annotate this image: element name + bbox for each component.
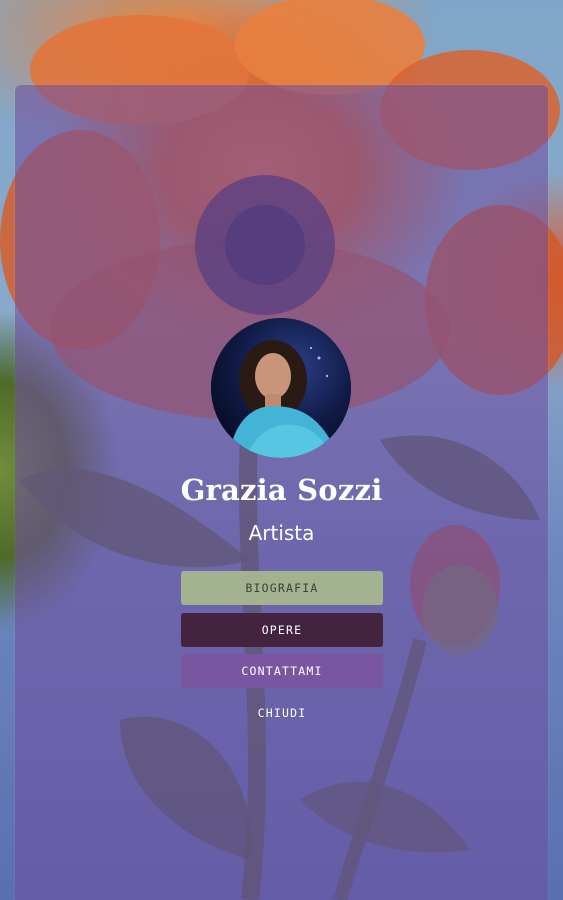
contattami-button[interactable]: CONTATTAMI (181, 654, 383, 688)
artist-role: Artista (248, 521, 315, 545)
biografia-button[interactable]: BIOGRAFIA (181, 571, 383, 605)
artist-name: Grazia Sozzi (180, 473, 383, 507)
app-screen: Grazia Sozzi Artista BIOGRAFIA OPERE CON… (0, 0, 563, 900)
opere-button[interactable]: OPERE (181, 613, 383, 647)
portrait-image (211, 318, 351, 458)
profile-avatar (211, 318, 351, 458)
chiudi-button[interactable]: CHIUDI (181, 696, 383, 730)
